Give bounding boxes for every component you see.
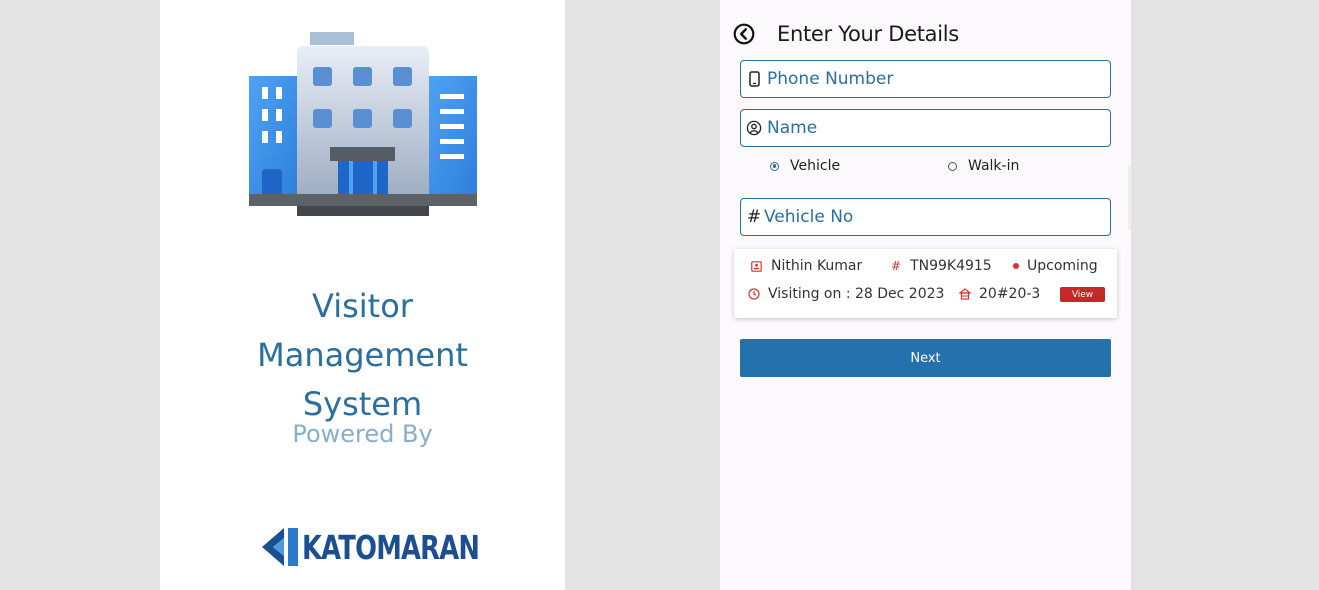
home-icon [958, 288, 971, 301]
radio-vehicle-label: Vehicle [790, 158, 841, 174]
radio-walk-in-label: Walk-in [968, 158, 1020, 174]
page-title: Enter Your Details [777, 22, 959, 46]
phone-number-input[interactable] [767, 69, 1097, 89]
view-button[interactable]: View [1060, 287, 1105, 302]
back-arrow-circle-icon [733, 23, 755, 45]
powered-by-label: Powered By [292, 420, 433, 448]
name-input[interactable] [767, 118, 1097, 138]
visitor-form-panel: Enter Your Details Vehicle [720, 0, 1131, 590]
user-circle-icon [745, 119, 763, 137]
visit-card[interactable]: Nithin Kumar # TN99K4915 Upcoming Visiti… [734, 249, 1117, 318]
radio-dot-selected [770, 161, 779, 171]
hash-icon: # [746, 207, 762, 227]
brand-logo: KATOMARAN [260, 524, 529, 570]
vehicle-number-input[interactable] [764, 207, 1094, 227]
radio-walk-in[interactable]: Walk-in [948, 158, 1019, 174]
visitor-name: Nithin Kumar [750, 258, 862, 274]
brand-name: KATOMARAN [302, 527, 480, 567]
status-text: Upcoming [1027, 258, 1098, 274]
flat-number-text: 20#20-3 [979, 286, 1041, 302]
back-button[interactable] [732, 22, 756, 46]
visit-date-text: Visiting on : 28 Dec 2023 [768, 286, 945, 302]
katomaran-logo-icon [262, 528, 298, 566]
vehicle-number-field[interactable]: # [740, 198, 1111, 236]
vehicle-number-text: TN99K4915 [910, 258, 992, 274]
visitor-name-text: Nithin Kumar [771, 258, 863, 274]
radio-dot-unselected [948, 161, 957, 171]
form-header: Enter Your Details [720, 14, 1131, 54]
flat-number: 20#20-3 [958, 286, 1040, 302]
hash-icon: # [891, 259, 902, 273]
status-dot-icon [1013, 263, 1019, 269]
office-building-icon [249, 32, 477, 216]
name-field[interactable] [740, 109, 1111, 147]
visit-type-radio-group: Vehicle Walk-in [720, 158, 1131, 180]
vehicle-number: # TN99K4915 [891, 258, 992, 274]
radio-vehicle[interactable]: Vehicle [770, 158, 840, 174]
phone-number-field[interactable] [740, 60, 1111, 98]
clock-icon [747, 288, 760, 301]
phone-icon [745, 70, 763, 88]
id-card-icon [750, 260, 763, 273]
visit-date: Visiting on : 28 Dec 2023 [747, 286, 944, 302]
splash-panel: Visitor Management System Powered By KAT… [160, 0, 565, 590]
app-title: Visitor Management System [257, 287, 468, 423]
next-button[interactable]: Next [740, 339, 1111, 377]
visit-status: Upcoming [1013, 258, 1098, 274]
